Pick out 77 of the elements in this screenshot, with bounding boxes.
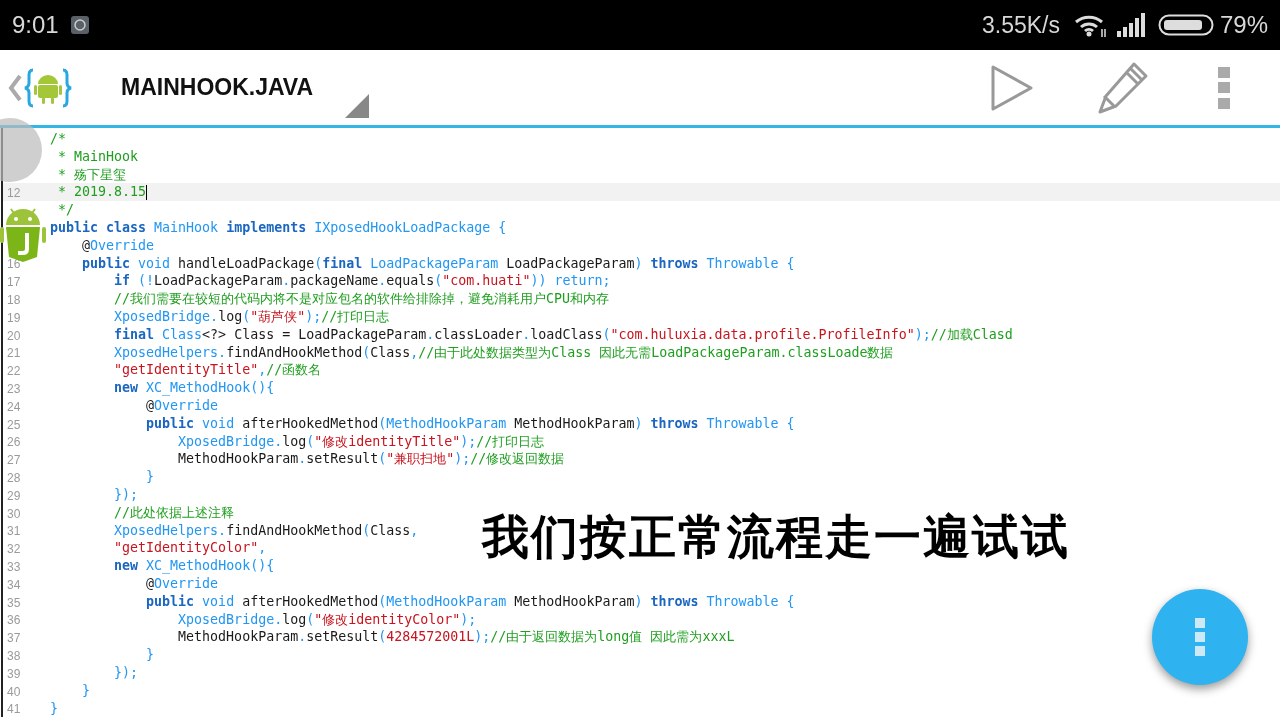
code-line: "getIdentityColor", xyxy=(113,539,267,558)
battery-percent: 79% xyxy=(1219,10,1268,40)
line-number: 24 xyxy=(7,399,21,414)
code-line: XposedBridge.log("修改identityTitle");//打印日志 xyxy=(177,432,545,451)
wifi-icon xyxy=(1073,13,1108,37)
code-line: XposedHelpers.findAndHookMethod(Class,//由于此处数据类型为Class 因此无需LoadPackageParam.classLoade数据 xyxy=(113,343,894,362)
line-number: 23 xyxy=(7,382,21,397)
code-line: XposedHelpers.findAndHookMethod(Class, xyxy=(113,521,419,540)
line-number: 20 xyxy=(7,328,21,343)
line-number: 25 xyxy=(7,417,21,432)
code-line: * 2019.8.15 xyxy=(57,183,148,202)
code-line: final Class<?> Class = LoadPackageParam.classLoader.loadClass("com.huluxia.data.profile.ProfileInfo");//加载Clasd xyxy=(113,325,1013,344)
code-line: /* xyxy=(50,130,66,148)
line-number: 26 xyxy=(7,435,21,450)
line-number: 12 xyxy=(7,186,21,201)
line-number: 27 xyxy=(7,453,21,468)
signal-icon xyxy=(1115,13,1146,37)
line-number: 41 xyxy=(7,702,21,717)
floating-action-button[interactable] xyxy=(1152,589,1248,685)
code-line: @Override xyxy=(145,396,219,415)
line-number: 19 xyxy=(7,310,21,325)
status-time: 9:01 xyxy=(12,10,59,40)
line-number: 31 xyxy=(7,524,21,539)
code-line: //我们需要在较短的代码内将不是对应包名的软件给排除掉，避免消耗用户CPU和内存 xyxy=(113,290,610,308)
line-number: 36 xyxy=(7,613,21,628)
back-chevron-icon[interactable] xyxy=(8,73,22,102)
code-line: public void afterHookedMethod(MethodHookParam MethodHookParam) throws Throwable { xyxy=(145,592,795,611)
code-line: MethodHookParam.setResult(4284572001L);//由于返回数据为long值 因此需为xxxL xyxy=(177,628,735,647)
code-line: if (!LoadPackageParam.packageName.equals("com.huati")) return; xyxy=(113,272,611,291)
line-number: 29 xyxy=(7,488,21,503)
file-title: MAINHOOK.JAVA xyxy=(121,73,314,103)
notification-icon xyxy=(70,16,89,34)
line-number: 33 xyxy=(7,560,21,575)
code-line: public void handleLoadPackage(final LoadPackageParam LoadPackageParam) throws Throwable { xyxy=(81,254,795,273)
line-number: 39 xyxy=(7,666,21,681)
line-number: 40 xyxy=(7,684,21,699)
code-line: public class MainHook implements IXposedHookLoadPackage { xyxy=(50,219,507,237)
line-number: 16 xyxy=(7,257,21,272)
code-line: public void afterHookedMethod(MethodHookParam MethodHookParam) throws Throwable { xyxy=(145,414,795,433)
code-line: XposedBridge.log("修改identityColor"); xyxy=(177,610,477,629)
app-logo-icon[interactable] xyxy=(24,67,72,108)
play-icon xyxy=(990,63,1034,112)
code-line: new XC_MethodHook(){ xyxy=(113,557,275,575)
dropdown-corner-icon[interactable] xyxy=(345,94,370,118)
line-number: 22 xyxy=(7,364,21,379)
code-line: * MainHook xyxy=(57,147,139,166)
code-line: } xyxy=(50,699,58,718)
code-line: } xyxy=(81,681,91,700)
code-line: @Override xyxy=(145,574,219,593)
code-line: }); xyxy=(113,485,139,504)
code-line: new XC_MethodHook(){ xyxy=(113,379,275,397)
line-number: 34 xyxy=(7,577,21,592)
line-number: 21 xyxy=(7,346,21,361)
code-line: */ xyxy=(57,201,75,219)
line-number: 38 xyxy=(7,649,21,663)
more-vertical-icon xyxy=(1218,66,1230,109)
network-speed: 3.55K/s xyxy=(981,10,1060,40)
text-cursor xyxy=(146,184,148,200)
code-line: //此处依据上述注释 xyxy=(113,503,235,522)
line-number: 28 xyxy=(7,471,21,486)
more-vertical-icon xyxy=(1195,618,1205,656)
video-caption: 我们按正常流程走一遍试试 xyxy=(482,509,1070,565)
line-number: 30 xyxy=(7,506,21,521)
line-number: 17 xyxy=(7,275,21,290)
line-number: 37 xyxy=(7,631,21,646)
code-line: }); xyxy=(113,663,139,682)
line-number: 35 xyxy=(7,595,21,610)
code-line: "getIdentityTitle",//函数名 xyxy=(113,361,322,380)
code-line: XposedBridge.log("葫芦侠");//打印日志 xyxy=(113,307,390,326)
battery-icon xyxy=(1157,14,1214,36)
code-line: MethodHookParam.setResult("兼职扫地");//修改返回数据 xyxy=(177,450,565,469)
code-line: @Override xyxy=(81,236,155,255)
line-number: 18 xyxy=(7,293,21,308)
line-number: 32 xyxy=(7,542,21,557)
code-line: * 殇下星玺 xyxy=(57,165,127,184)
code-line: } xyxy=(145,646,155,664)
code-line: } xyxy=(145,468,155,486)
